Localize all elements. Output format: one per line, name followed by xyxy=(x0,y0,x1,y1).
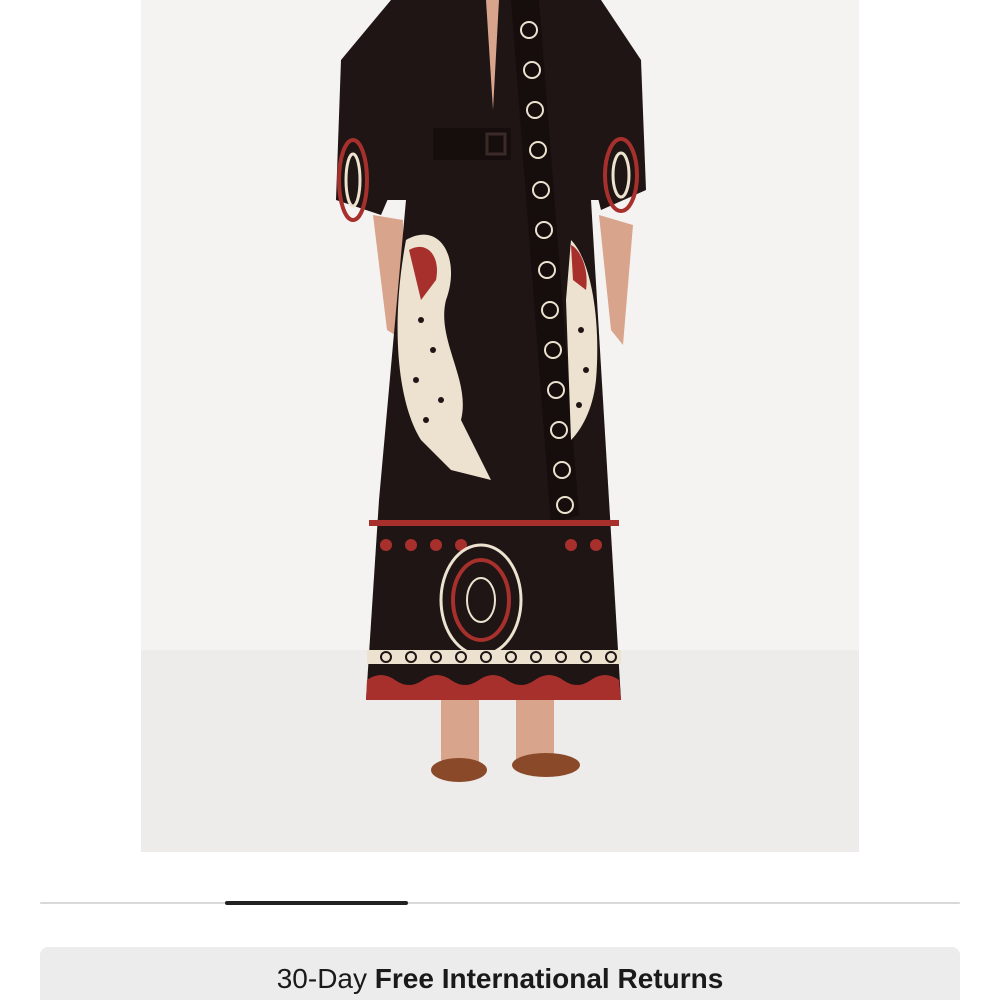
product-page: 30-Day Free International Returns xyxy=(0,0,1000,1000)
returns-banner[interactable]: 30-Day Free International Returns xyxy=(40,947,960,1000)
returns-highlight: Free International Returns xyxy=(374,963,724,994)
dress-illustration xyxy=(141,0,859,852)
carousel-progress-indicator[interactable] xyxy=(225,901,408,905)
product-image[interactable] xyxy=(141,0,859,852)
carousel-progress-track[interactable] xyxy=(40,902,960,904)
returns-prefix: 30-Day xyxy=(276,963,367,994)
returns-banner-text: 30-Day Free International Returns xyxy=(277,963,724,1000)
